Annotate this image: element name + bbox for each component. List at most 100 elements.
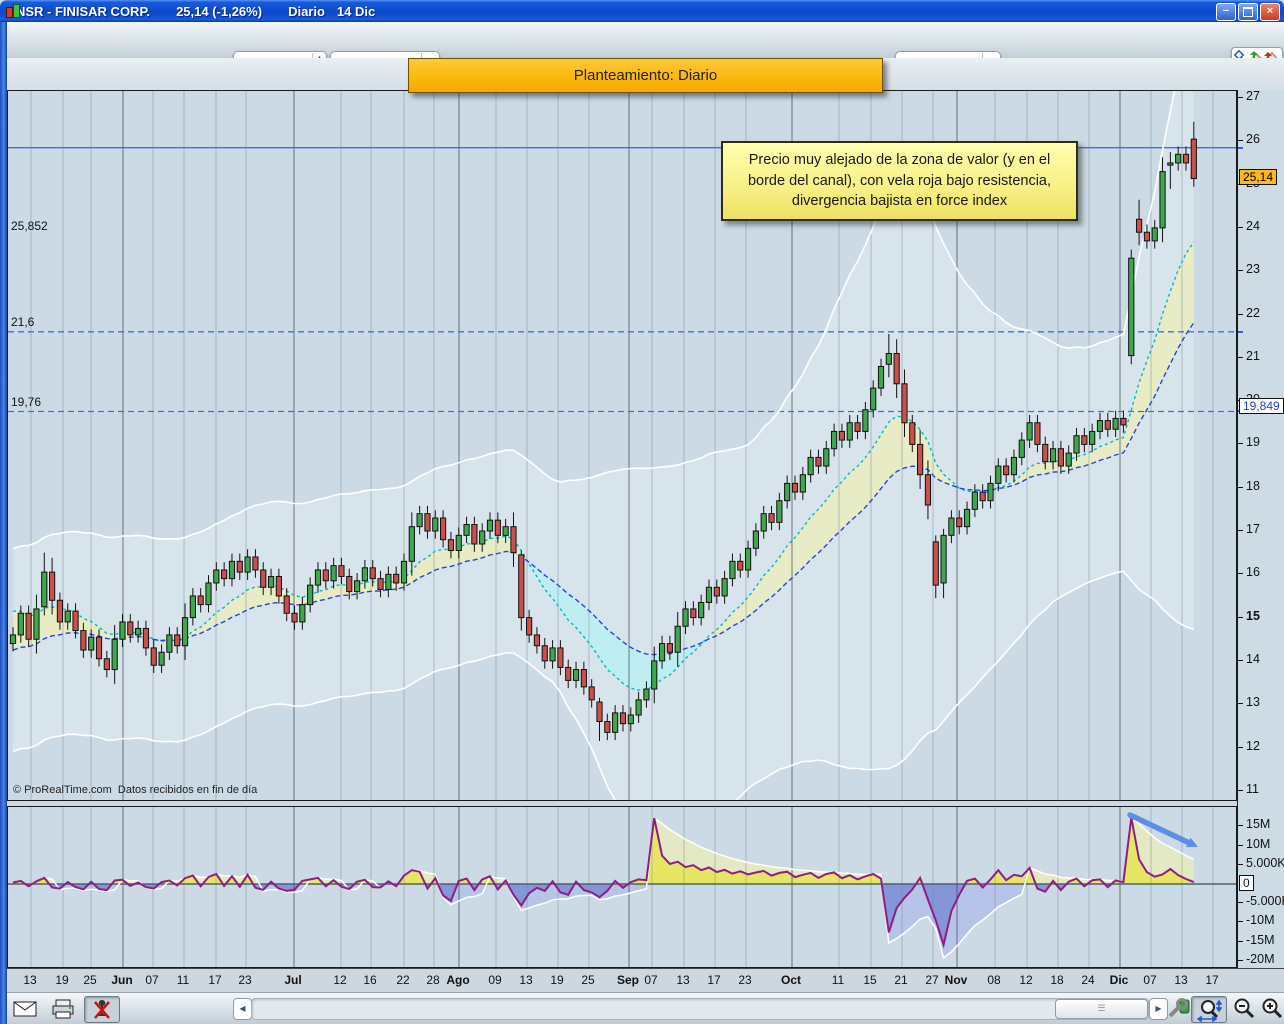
app-candles-icon <box>5 3 21 19</box>
axis-tick <box>1238 573 1243 574</box>
force-axis-label: -5.000K <box>1246 894 1284 908</box>
date-axis-day-label: 12 <box>333 973 346 987</box>
date-axis-day-label: 17 <box>1205 973 1218 987</box>
date-axis-day-label: 13 <box>676 973 689 987</box>
print-icon[interactable] <box>46 996 80 1021</box>
date-axis-day-label: 25 <box>581 973 594 987</box>
force-axis-label: 5.000K <box>1246 856 1284 870</box>
price-axis-label: 19 <box>1246 435 1260 449</box>
window-title: FNSR - FINISAR CORP. <box>8 4 150 19</box>
date-axis-day-label: 23 <box>738 973 751 987</box>
price-axis-label: 11 <box>1246 782 1259 796</box>
date-axis-month-label: Ago <box>446 973 469 987</box>
date-axis-day-label: 11 <box>832 973 844 987</box>
axis-tick <box>1238 790 1243 791</box>
axis-tick <box>1238 864 1243 865</box>
price-axis-label: 22 <box>1246 306 1260 320</box>
unpin-icon[interactable] <box>84 996 120 1023</box>
axis-tick <box>1238 703 1243 704</box>
date-axis-month-label: Jul <box>284 973 301 987</box>
last-price-tag: 25,14 <box>1239 169 1277 185</box>
price-axis-label: 18 <box>1246 479 1260 493</box>
minimize-button[interactable]: − <box>1216 3 1236 21</box>
title-bar[interactable]: FNSR - FINISAR CORP. 25,14 (-1,26%) Diar… <box>0 0 1284 22</box>
axis-tick <box>1238 270 1243 271</box>
date-axis-day-label: 13 <box>1174 973 1187 987</box>
axis-tick <box>1238 530 1243 531</box>
date-axis-day-label: 19 <box>550 973 563 987</box>
price-axis-label: 27 <box>1246 89 1260 103</box>
axis-tick <box>1238 487 1243 488</box>
price-axis-label: 21 <box>1246 349 1260 363</box>
date-axis-day-label: 08 <box>987 973 1000 987</box>
alert-price-tag[interactable]: 19,849 <box>1239 398 1284 414</box>
date-axis-day-label: 23 <box>238 973 251 987</box>
date-axis-day-label: 17 <box>707 973 720 987</box>
date-axis-day-label: 22 <box>396 973 409 987</box>
date-axis-day-label: 13 <box>23 973 36 987</box>
window-left-border <box>0 22 7 1024</box>
axis-tick <box>1238 660 1243 661</box>
date-axis-month-label: Nov <box>945 973 968 987</box>
date-axis-month-label: Oct <box>781 973 801 987</box>
date-axis-day-label: 27 <box>925 973 938 987</box>
close-button[interactable]: × <box>1260 3 1280 21</box>
price-axis-label: 16 <box>1246 565 1260 579</box>
price-axis-label: 24 <box>1246 219 1260 233</box>
setup-banner[interactable]: Planteamiento: Diario <box>408 58 883 93</box>
axis-tick <box>1238 617 1243 618</box>
price-axis-label: 26 <box>1246 132 1260 146</box>
axis-tick <box>1238 747 1243 748</box>
date-axis-day-label: 07 <box>145 973 158 987</box>
chart-scrollbar[interactable]: ☰ <box>251 998 1149 1020</box>
analysis-note[interactable]: Precio muy alejado de la zona de valor (… <box>721 141 1078 221</box>
date-axis-day-label: 15 <box>863 973 876 987</box>
date-axis-day-label: 07 <box>644 973 657 987</box>
axis-tick <box>1238 921 1243 922</box>
level-tick <box>1238 331 1243 333</box>
date-axis-day-label: 13 <box>519 973 532 987</box>
date-axis-day-label: 28 <box>426 973 439 987</box>
force-axis-label: -15M <box>1246 933 1274 947</box>
axis-tick <box>1238 357 1243 358</box>
date-axis-day-label: 17 <box>208 973 221 987</box>
date-axis-day-label: 24 <box>1081 973 1094 987</box>
zoom-in-icon[interactable] <box>1255 996 1284 1021</box>
level-label-mid: 21,6 <box>11 315 34 329</box>
price-axis-label: 13 <box>1246 695 1260 709</box>
bottom-toolbar: ◀ ☰ ▶ <box>0 992 1284 1024</box>
setup-banner-text: Planteamiento: Diario <box>574 67 717 84</box>
force-index-chart[interactable] <box>8 807 1236 967</box>
axis-tick <box>1238 97 1243 98</box>
scrollbar-thumb[interactable]: ☰ <box>1055 999 1148 1019</box>
date-axis-day-label: 18 <box>1050 973 1063 987</box>
price-axis-label: 12 <box>1246 739 1260 753</box>
date-axis-day-label: 07 <box>1143 973 1156 987</box>
title-last-price: 25,14 (-1,26%) <box>176 4 262 19</box>
date-axis-month-label: Dic <box>1110 973 1129 987</box>
force-index-pane[interactable] <box>7 806 1237 968</box>
date-axis-day-label: 09 <box>488 973 501 987</box>
price-axis-label: 14 <box>1246 652 1260 666</box>
date-axis-month-label: Jun <box>111 973 132 987</box>
axis-tick <box>1238 960 1243 961</box>
zoom-drag-icon[interactable] <box>1191 996 1227 1023</box>
note-line: Precio muy alejado de la zona de valor (… <box>749 150 1050 171</box>
force-axis-label: -10M <box>1246 913 1274 927</box>
axis-tick <box>1238 140 1243 141</box>
price-axis[interactable]: 25,14 19,849 0 2726252423222120191817161… <box>1237 90 1284 968</box>
prorealtime-window: FNSR - FINISAR CORP. 25,14 (-1,26%) Diar… <box>0 0 1284 1024</box>
title-date: 14 Dic <box>337 4 375 19</box>
price-axis-label: 17 <box>1246 522 1260 536</box>
scrollbar-left-arrow[interactable]: ◀ <box>233 998 252 1020</box>
main-toolbar: 152 ▲▼ (x) unidades ▼ Diario ▼ <box>0 22 1284 59</box>
maximize-button[interactable] <box>1238 3 1258 21</box>
force-axis-label: 15M <box>1246 817 1270 831</box>
note-line: divergencia bajista en force index <box>792 191 1007 212</box>
date-axis[interactable]: 131925Jun07111723Jul12162228Ago09131925S… <box>7 968 1284 993</box>
settings-wrench-icon[interactable] <box>1166 996 1192 1022</box>
level-label-resistance: 25,852 <box>11 219 48 233</box>
level-label-alert: 19,76 <box>11 395 41 409</box>
title-timeframe: Diario <box>288 4 325 19</box>
email-icon[interactable] <box>8 996 42 1021</box>
